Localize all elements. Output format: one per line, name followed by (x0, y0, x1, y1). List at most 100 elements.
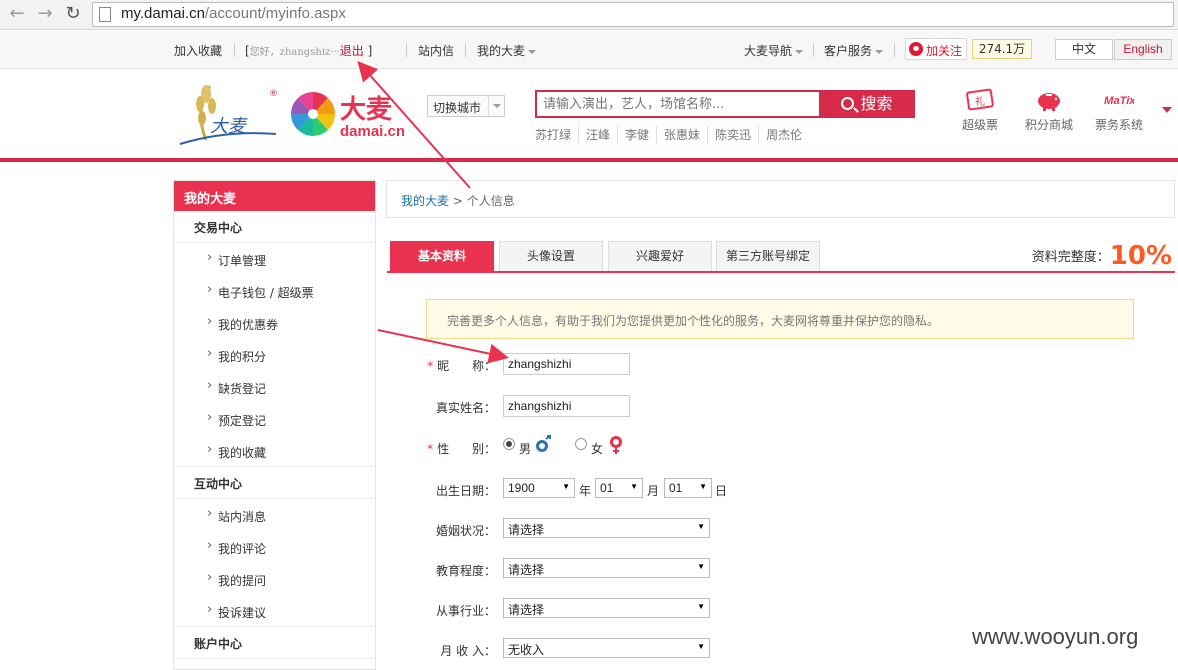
weibo-follow-button[interactable]: 加关注 (905, 38, 967, 60)
hot-word-link[interactable]: 周杰伦 (758, 126, 809, 143)
gender-label: * 性 别： (427, 442, 496, 456)
breadcrumb: 我的大麦 > 个人信息 (386, 180, 1175, 218)
nickname-field[interactable] (503, 353, 630, 375)
breadcrumb-root-link[interactable]: 我的大麦 (401, 194, 449, 208)
sidebar-item-orders[interactable]: 订单管理 (174, 243, 375, 275)
super-ticket-link[interactable]: 礼 超级票 (950, 88, 1010, 133)
my-damai-menu[interactable]: 我的大麦 (477, 42, 537, 59)
piggy-bank-icon (1038, 93, 1060, 111)
sidebar-item-favorites[interactable]: 我的收藏 (174, 435, 375, 467)
sidebar-item-inbox[interactable]: 站内消息 (174, 499, 375, 531)
marital-select[interactable]: 请选择 (503, 518, 710, 538)
chevron-down-icon (795, 49, 804, 54)
day-unit: 日 (715, 484, 728, 498)
gender-male-radio[interactable] (503, 438, 515, 450)
bookmark-link[interactable]: 加入收藏 (174, 42, 222, 59)
industry-label: 从事行业： (435, 604, 496, 618)
year-unit: 年 (579, 484, 592, 498)
industry-select[interactable]: 请选择 (503, 598, 710, 618)
search-icon (841, 97, 855, 110)
divider (234, 43, 235, 57)
damai-wheat-logo[interactable]: 大麦 ® (176, 80, 281, 148)
hot-word-link[interactable]: 张惠妹 (656, 126, 707, 143)
points-mall-link[interactable]: 积分商城 (1019, 88, 1079, 133)
nickname-label: * 昵 称： (427, 359, 496, 373)
gender-row: * 性 别： 男 女 (400, 435, 660, 460)
realname-field[interactable] (503, 395, 630, 417)
industry-row: 从事行业： 请选择 (400, 598, 720, 622)
income-row: 月 收 入： 无收入 (400, 638, 720, 662)
back-icon[interactable]: ← (6, 3, 28, 25)
svg-text:大麦: 大麦 (210, 116, 248, 137)
privacy-notice: 完善更多个人信息，有助于我们为您提供更加个性化的服务，大麦网将尊重并保护您的隐私… (426, 299, 1134, 339)
lang-english[interactable]: English (1114, 39, 1172, 60)
birthday-row: 出生日期： 1900 年 01 月 01 日 (400, 478, 740, 502)
chevron-down-icon (528, 49, 537, 54)
sidebar-item-reservations[interactable]: 预定登记 (174, 403, 375, 435)
tab-third-party[interactable]: 第三方账号绑定 (716, 241, 820, 271)
tab-interests[interactable]: 兴趣爱好 (608, 241, 712, 271)
search-button[interactable]: 搜索 (819, 90, 915, 118)
svg-text:MaTix: MaTix (1104, 95, 1134, 107)
watermark: www.wooyun.org (972, 624, 1139, 649)
birth-day-select[interactable]: 01 (664, 478, 712, 498)
breadcrumb-current: > 个人信息 (452, 194, 515, 208)
sidebar-item-wallet[interactable]: 电子钱包 / 超级票 (174, 275, 375, 307)
sidebar-group-trade: 交易中心 (174, 211, 375, 243)
hot-word-link[interactable]: 汪峰 (578, 126, 617, 143)
sidebar-item-feedback[interactable]: 投诉建议 (174, 595, 375, 627)
url-text: my.damai.cn/account/myinfo.aspx (121, 5, 346, 22)
lang-chinese[interactable]: 中文 (1055, 39, 1113, 60)
divider (406, 43, 407, 57)
month-unit: 月 (647, 484, 660, 498)
city-switch-select[interactable]: 切换城市 (427, 95, 505, 117)
top-utility-bar: 加入收藏 [您好，zhangshiz···退出 ] 站内信 我的大麦 大麦导航 … (0, 31, 1178, 69)
divider (894, 43, 895, 57)
svg-text:礼: 礼 (975, 95, 985, 108)
browser-toolbar: ← → ↻ my.damai.cn/account/myinfo.aspx (0, 0, 1178, 30)
birth-month-select[interactable]: 01 (595, 478, 643, 498)
svg-text:®: ® (269, 89, 278, 99)
hot-word-link[interactable]: 苏打绿 (535, 126, 578, 143)
logout-link[interactable]: 退出 (340, 44, 364, 58)
divider (465, 43, 466, 57)
birth-year-select[interactable]: 1900 (503, 478, 575, 498)
ticket-system-link[interactable]: MaTix 票务系统 (1089, 88, 1149, 133)
marital-label: 婚姻状况： (435, 524, 496, 538)
hot-word-link[interactable]: 陈奕迅 (707, 126, 758, 143)
sidebar: 我的大麦 交易中心 订单管理 电子钱包 / 超级票 我的优惠券 我的积分 缺货登… (173, 180, 376, 670)
site-header: 大麦 ® 大麦 damai.cn 切换城市 搜索 苏打绿汪峰李健张惠妹陈奕迅周杰… (0, 70, 1178, 160)
tab-avatar[interactable]: 头像设置 (499, 241, 603, 271)
birthday-label: 出生日期： (435, 484, 496, 498)
sidebar-item-points[interactable]: 我的积分 (174, 339, 375, 371)
profile-completeness: 资料完整度：10% (1031, 241, 1172, 271)
more-menu-icon[interactable] (1162, 107, 1172, 113)
site-nav-menu[interactable]: 大麦导航 (744, 42, 804, 59)
education-select[interactable]: 请选择 (503, 558, 710, 578)
customer-service-menu[interactable]: 客户服务 (824, 42, 884, 59)
forward-icon[interactable]: → (34, 3, 56, 25)
sidebar-item-coupons[interactable]: 我的优惠券 (174, 307, 375, 339)
messages-link[interactable]: 站内信 (418, 42, 454, 59)
female-symbol-icon (610, 436, 622, 454)
header-divider (0, 158, 1178, 162)
page-icon (99, 7, 111, 22)
damai-brand-logo[interactable]: 大麦 damai.cn (288, 88, 418, 140)
sidebar-item-stockout[interactable]: 缺货登记 (174, 371, 375, 403)
hot-search-words: 苏打绿 汪峰 李健 张惠妹 陈奕迅 周杰伦 (535, 126, 809, 143)
hot-word-link[interactable]: 李健 (617, 126, 656, 143)
greeting: [您好，zhangshiz···退出 ] (245, 44, 373, 58)
sidebar-item-questions[interactable]: 我的提问 (174, 563, 375, 595)
income-select[interactable]: 无收入 (503, 638, 710, 658)
chevron-down-icon (488, 96, 504, 116)
search-input[interactable] (535, 90, 820, 118)
tab-basic-info[interactable]: 基本资料 (390, 241, 494, 271)
sidebar-group-interaction: 互动中心 (174, 467, 375, 499)
sidebar-item-comments[interactable]: 我的评论 (174, 531, 375, 563)
gender-female-radio[interactable] (575, 438, 587, 450)
weibo-icon (909, 42, 923, 56)
address-bar[interactable]: my.damai.cn/account/myinfo.aspx (92, 2, 1174, 27)
gender-male-label: 男 (519, 442, 532, 456)
sidebar-title[interactable]: 我的大麦 (174, 181, 375, 211)
reload-icon[interactable]: ↻ (62, 3, 84, 25)
